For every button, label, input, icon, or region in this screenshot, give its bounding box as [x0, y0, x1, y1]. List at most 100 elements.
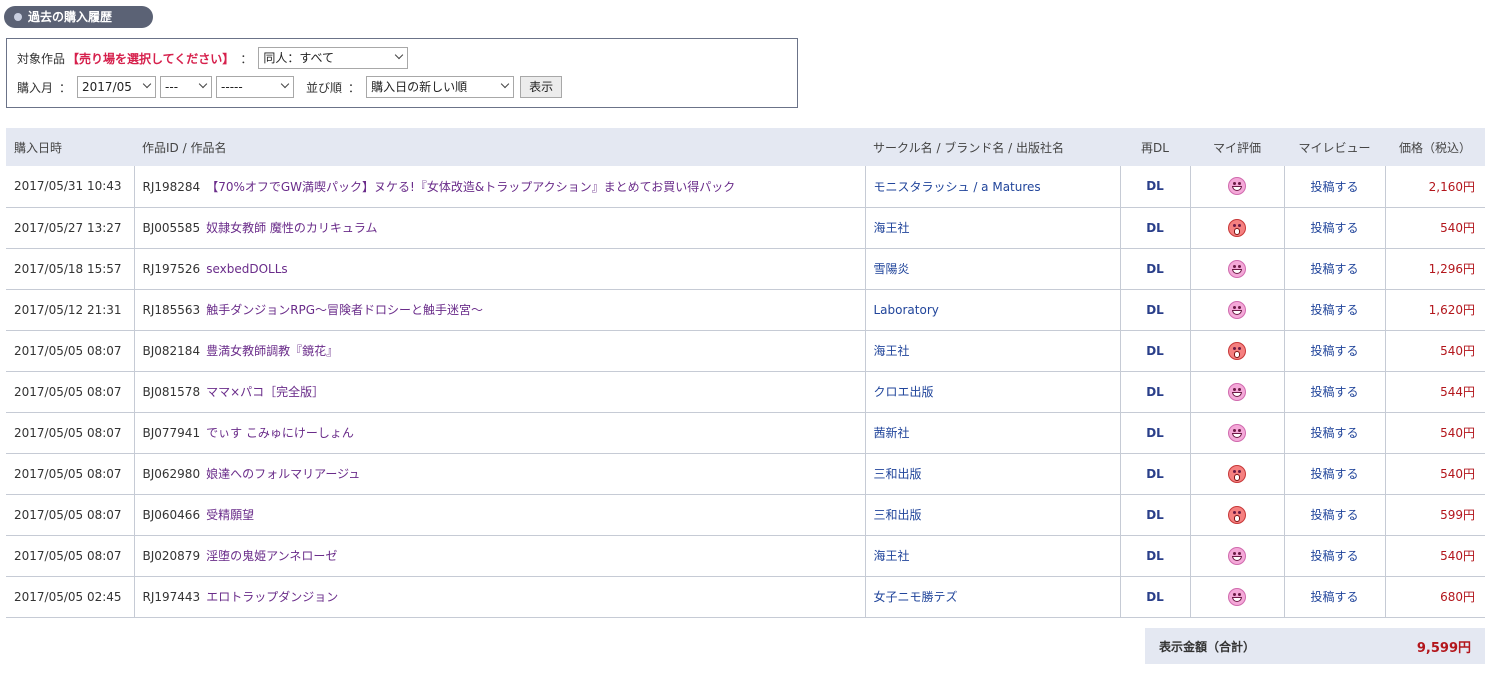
redownload-link[interactable]: DL: [1119, 166, 1190, 208]
smile-face-icon[interactable]: [1228, 300, 1246, 319]
post-review-link[interactable]: 投稿する: [1283, 494, 1385, 536]
circle-name-link[interactable]: 海王社: [864, 207, 1120, 249]
rating-cell: [1189, 576, 1284, 618]
header-review: マイレビュー: [1284, 128, 1385, 166]
table-row: 2017/05/18 15:57 RJ197526 sexbedDOLLs 雪陽炎 DL…: [6, 248, 1485, 290]
product-name-link[interactable]: 受精願望: [206, 508, 254, 522]
product-cell: BJ005585 奴隷女教師 魔性のカリキュラム: [133, 207, 865, 249]
redownload-link[interactable]: DL: [1119, 330, 1190, 372]
header-rating: マイ評価: [1190, 128, 1284, 166]
post-review-link[interactable]: 投稿する: [1283, 207, 1385, 249]
redownload-link[interactable]: DL: [1119, 535, 1190, 577]
surprised-face-icon[interactable]: [1228, 505, 1246, 524]
surprised-face-icon[interactable]: [1228, 341, 1246, 360]
price: 680円: [1384, 576, 1485, 618]
smile-face-icon[interactable]: [1228, 587, 1246, 606]
smile-face-icon[interactable]: [1228, 546, 1246, 565]
surprised-face-icon[interactable]: [1228, 218, 1246, 237]
post-review-link[interactable]: 投稿する: [1283, 371, 1385, 413]
category-select[interactable]: 同人：すべて: [258, 47, 409, 69]
product-name-link[interactable]: 娘達へのフォルマリアージュ: [206, 467, 360, 481]
circle-name-link[interactable]: 三和出版: [864, 453, 1120, 495]
rating-cell: [1189, 494, 1284, 536]
surprised-face-icon[interactable]: [1228, 464, 1246, 483]
product-name-link[interactable]: sexbedDOLLs: [206, 262, 287, 276]
post-review-link[interactable]: 投稿する: [1283, 453, 1385, 495]
product-id: BJ082184: [142, 344, 201, 358]
redownload-link[interactable]: DL: [1119, 453, 1190, 495]
header-price: 価格（税込）: [1385, 128, 1485, 166]
product-id: RJ185563: [142, 303, 201, 317]
redownload-link[interactable]: DL: [1119, 248, 1190, 290]
post-review-link[interactable]: 投稿する: [1283, 412, 1385, 454]
section-title-pill: 過去の購入履歴: [4, 6, 153, 28]
product-name-link[interactable]: ママ×パコ［完全版］: [206, 385, 324, 399]
time-value: -----: [221, 80, 243, 94]
header-product: 作品ID / 作品名: [134, 128, 865, 166]
chevron-down-icon: [280, 79, 290, 89]
show-button[interactable]: 表示: [520, 76, 563, 98]
circle-name-link[interactable]: 茜新社: [864, 412, 1120, 454]
post-review-link[interactable]: 投稿する: [1283, 535, 1385, 577]
post-review-link[interactable]: 投稿する: [1283, 248, 1385, 290]
product-name-link[interactable]: でぃす こみゅにけーしょん: [206, 426, 354, 440]
year-month-select[interactable]: 2017/05: [77, 76, 157, 98]
circle-name-link[interactable]: 女子ニモ勝テズ: [864, 576, 1120, 618]
purchase-date: 2017/05/05 08:07: [6, 371, 134, 413]
colon: ：: [348, 80, 361, 95]
rating-cell: [1189, 289, 1284, 331]
redownload-link[interactable]: DL: [1119, 576, 1190, 618]
purchase-date: 2017/05/05 08:07: [6, 535, 134, 577]
smile-face-icon[interactable]: [1228, 177, 1246, 196]
price: 540円: [1384, 535, 1485, 577]
redownload-link[interactable]: DL: [1119, 494, 1190, 536]
sort-value: 購入日の新しい順: [371, 80, 468, 94]
product-name-link[interactable]: 奴隷女教師 魔性のカリキュラム: [206, 221, 377, 235]
circle-name-link[interactable]: クロエ出版: [864, 371, 1120, 413]
post-review-link[interactable]: 投稿する: [1283, 330, 1385, 372]
circle-name-link[interactable]: 雪陽炎: [864, 248, 1120, 290]
product-name-link[interactable]: 淫堕の鬼姫アンネローゼ: [206, 549, 337, 563]
circle-name-link[interactable]: 三和出版: [864, 494, 1120, 536]
sort-label: 並び順: [306, 80, 343, 95]
price: 599円: [1384, 494, 1485, 536]
redownload-link[interactable]: DL: [1119, 289, 1190, 331]
table-row: 2017/05/05 08:07 BJ077941 でぃす こみゅにけーしょん 茜新社…: [6, 412, 1485, 454]
circle-name-link[interactable]: モニスタラッシュ / a Matures: [864, 166, 1120, 208]
circle-name-link[interactable]: 海王社: [864, 330, 1120, 372]
purchase-date: 2017/05/18 15:57: [6, 248, 134, 290]
smile-face-icon[interactable]: [1228, 382, 1246, 401]
product-name-link[interactable]: エロトラップダンジョン: [206, 590, 338, 604]
product-id: BJ062980: [142, 467, 201, 481]
product-name-link[interactable]: 触手ダンジョンRPG～冒険者ドロシーと触手迷宮～: [206, 303, 483, 317]
product-name-link[interactable]: 【70%オフでGW満喫パック】ヌケる!『女体改造&トラップアクション』まとめてお…: [206, 180, 735, 194]
smile-face-icon[interactable]: [1228, 259, 1246, 278]
redownload-link[interactable]: DL: [1119, 412, 1190, 454]
product-name-link[interactable]: 豊満女教師調教『鏡花』: [206, 344, 338, 358]
time-select[interactable]: -----: [216, 76, 295, 98]
circle-name-link[interactable]: 海王社: [864, 535, 1120, 577]
table-row: 2017/05/05 08:07 BJ020879 淫堕の鬼姫アンネローゼ 海王社 DL…: [6, 535, 1485, 577]
filter-row-target: 対象作品 【売り場を選択してください】 ： 同人：すべて: [17, 47, 409, 69]
circle-name-link[interactable]: Laboratory: [864, 289, 1120, 331]
redownload-link[interactable]: DL: [1119, 207, 1190, 249]
redownload-link[interactable]: DL: [1119, 371, 1190, 413]
colon: ：: [240, 51, 253, 66]
table-row: 2017/05/12 21:31 RJ185563 触手ダンジョンRPG～冒険者ドロ…: [6, 289, 1485, 331]
price: 544円: [1384, 371, 1485, 413]
post-review-link[interactable]: 投稿する: [1283, 289, 1385, 331]
post-review-link[interactable]: 投稿する: [1283, 166, 1385, 208]
product-cell: BJ062980 娘達へのフォルマリアージュ: [133, 453, 865, 495]
purchase-history-table: 購入日時 作品ID / 作品名 サークル名 / ブランド名 / 出版社名 再DL…: [6, 128, 1485, 618]
post-review-link[interactable]: 投稿する: [1283, 576, 1385, 618]
colon: ：: [59, 80, 72, 95]
chevron-down-icon: [500, 79, 510, 89]
filter-row-month: 購入月 ： 2017/05 --- ----- 並び順 ： 購入日の新しい順 表…: [17, 76, 563, 98]
smile-face-icon[interactable]: [1228, 423, 1246, 442]
day-select[interactable]: ---: [160, 76, 213, 98]
product-cell: RJ197526 sexbedDOLLs: [133, 248, 865, 290]
price: 2,160円: [1384, 166, 1485, 208]
sort-select[interactable]: 購入日の新しい順: [366, 76, 515, 98]
price: 1,296円: [1384, 248, 1485, 290]
product-cell: RJ198284 【70%オフでGW満喫パック】ヌケる!『女体改造&トラップアクシ…: [133, 166, 865, 208]
